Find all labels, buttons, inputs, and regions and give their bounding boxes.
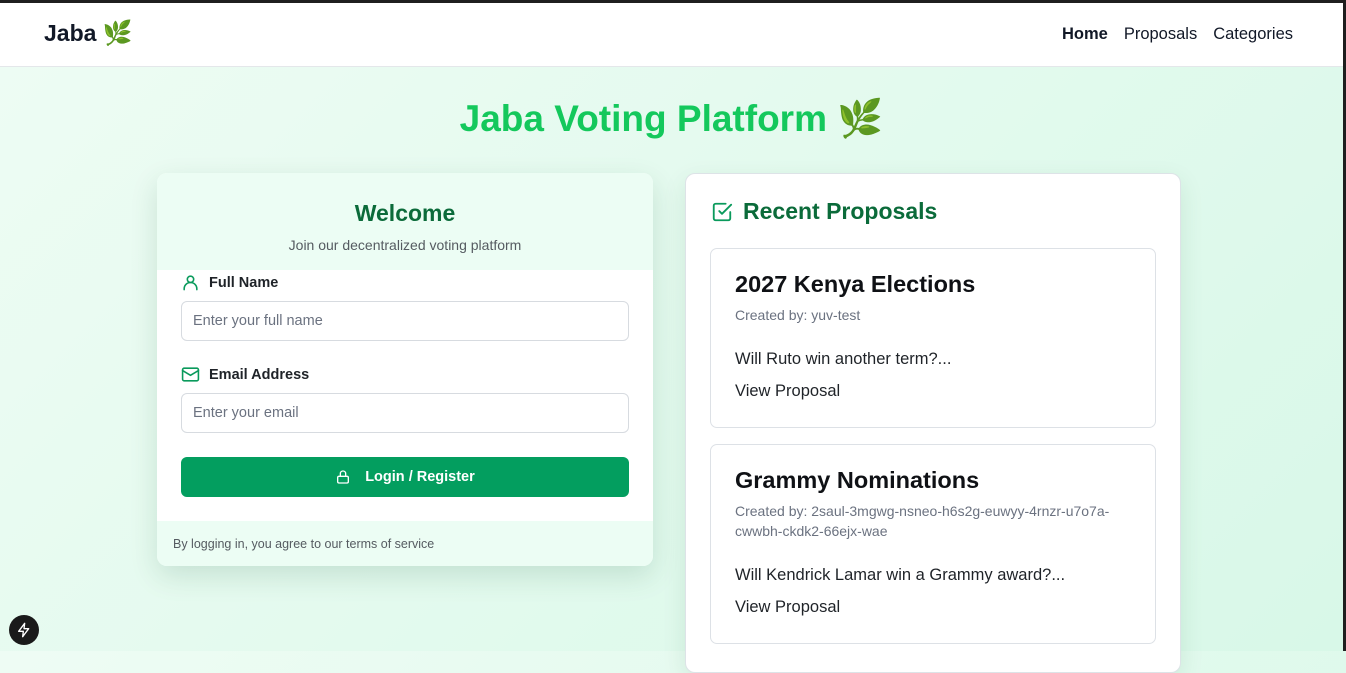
full-name-label-text: Full Name (209, 274, 279, 291)
leaf-icon: 🌿 (102, 20, 133, 47)
login-header: Welcome Join our decentralized voting pl… (157, 173, 653, 270)
page-title: Jaba Voting Platform 🌿 (459, 98, 884, 139)
terms-text: By logging in, you agree to our terms of… (173, 537, 435, 551)
brand-logo[interactable]: Jaba 🌿 (44, 19, 132, 48)
login-card: Welcome Join our decentralized voting pl… (157, 173, 653, 566)
login-register-label: Login / Register (365, 469, 475, 485)
proposal-creator: Created by: yuv-test (735, 307, 861, 323)
login-register-button[interactable]: Login / Register (181, 457, 629, 497)
recent-proposals-heading: Recent Proposals (711, 198, 937, 225)
checkbox-icon (712, 202, 733, 221)
lightning-icon (18, 622, 30, 638)
email-label-text: Email Address (209, 366, 310, 383)
nav-link-home[interactable]: Home (1062, 25, 1108, 44)
proposal-description: Will Ruto win another term?... (735, 350, 952, 368)
recent-proposals-panel: Recent Proposals 2027 Kenya Elections Cr… (685, 173, 1181, 673)
login-footer: By logging in, you agree to our terms of… (157, 521, 653, 566)
proposal-card: 2027 Kenya Elections Created by: yuv-tes… (710, 248, 1156, 428)
login-title: Welcome (354, 200, 456, 226)
proposal-creator: Created by: 2saul-3mgwg-nsneo-h6s2g-euwy… (735, 503, 1110, 539)
top-navbar: Jaba 🌿 Home Proposals Categories (0, 3, 1343, 67)
view-proposal-link[interactable]: View Proposal (735, 598, 840, 617)
lock-icon (337, 470, 350, 484)
user-icon (183, 275, 198, 291)
dev-tools-button[interactable] (9, 615, 39, 645)
full-name-input[interactable] (181, 301, 629, 341)
full-name-label: Full Name (181, 273, 278, 292)
login-subtitle: Join our decentralized voting platform (288, 237, 522, 253)
brand-name: Jaba (44, 20, 97, 46)
email-label: Email Address (181, 365, 309, 384)
proposal-title: Grammy Nominations (735, 467, 980, 493)
mail-icon (181, 367, 200, 382)
nav-link-proposals[interactable]: Proposals (1124, 25, 1197, 44)
recent-proposals-title: Recent Proposals (743, 198, 938, 224)
view-proposal-link[interactable]: View Proposal (735, 382, 840, 401)
nav-links: Home Proposals Categories (1062, 25, 1293, 44)
proposal-description: Will Kendrick Lamar win a Grammy award?.… (735, 566, 1066, 584)
proposal-card: Grammy Nominations Created by: 2saul-3mg… (710, 444, 1156, 644)
nav-link-categories[interactable]: Categories (1213, 25, 1293, 44)
proposal-title: 2027 Kenya Elections (735, 271, 976, 297)
email-input[interactable] (181, 393, 629, 433)
